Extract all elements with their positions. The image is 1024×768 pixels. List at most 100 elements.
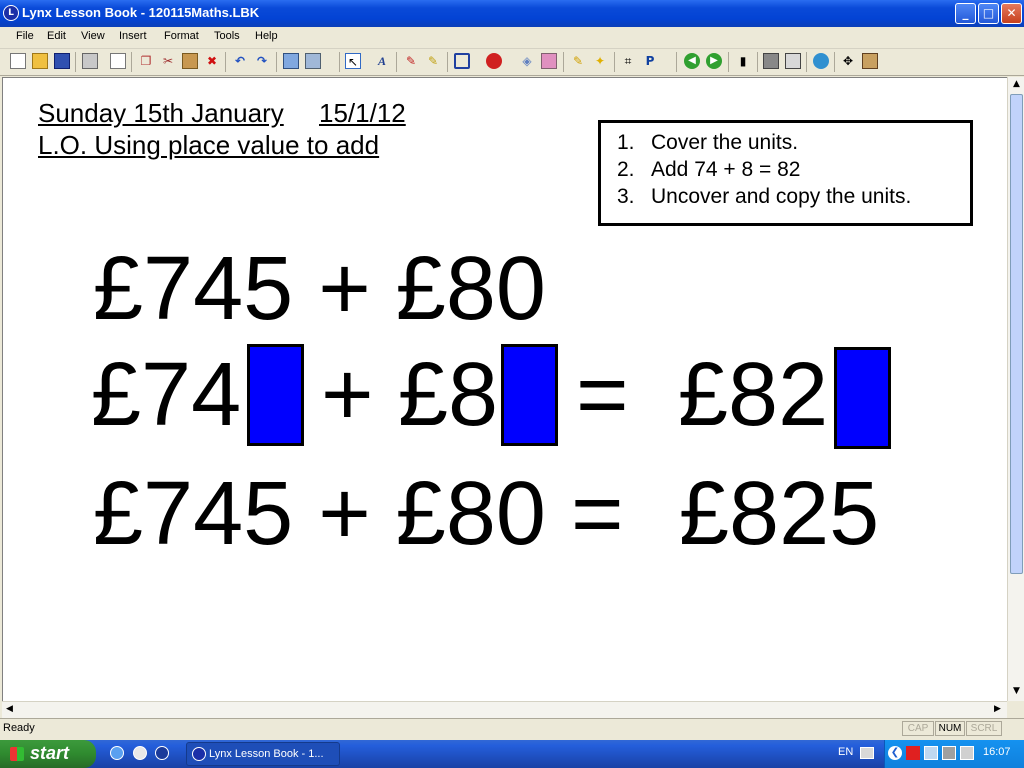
- fill-icon[interactable]: [486, 53, 502, 69]
- menu-view[interactable]: View: [81, 30, 105, 42]
- lynx-task-icon: [192, 747, 206, 761]
- highlighter-icon[interactable]: ✎: [570, 53, 586, 69]
- open-icon[interactable]: [32, 53, 48, 69]
- units-cover-1[interactable]: [247, 344, 304, 446]
- menu-help[interactable]: Help: [255, 30, 278, 42]
- toolbar-separator: [728, 52, 729, 72]
- maximize-button[interactable]: □: [978, 3, 999, 24]
- delete-icon[interactable]: ✖: [204, 53, 220, 69]
- language-indicator[interactable]: EN: [838, 746, 853, 758]
- quick-launch-icon[interactable]: [133, 746, 147, 760]
- sum-line-2-second: £8: [398, 345, 499, 445]
- toolbar-separator: [834, 52, 835, 72]
- horizontal-scrollbar[interactable]: ◀ ▶: [2, 701, 1007, 718]
- menu-bar: [0, 27, 1024, 49]
- scroll-up-icon[interactable]: ▲: [1010, 77, 1023, 92]
- reveal-icon[interactable]: ▮: [735, 53, 751, 69]
- pen-icon[interactable]: ✎: [403, 53, 419, 69]
- menu-edit[interactable]: Edit: [47, 30, 66, 42]
- menu-file[interactable]: File: [16, 30, 34, 42]
- clock[interactable]: 16:07: [983, 746, 1011, 758]
- sum-line-3-left: £745 + £80 =: [93, 464, 624, 564]
- toolbar-separator: [75, 52, 76, 72]
- toolbar-separator: [614, 52, 615, 72]
- text-icon[interactable]: A: [374, 53, 390, 69]
- instructions-box: 1. Cover the units. 2. Add 74 + 8 = 82 3…: [598, 120, 973, 226]
- image-options-icon[interactable]: [305, 53, 321, 69]
- keyboard-icon[interactable]: [763, 53, 779, 69]
- toolbar-separator: [676, 52, 677, 72]
- crop-icon[interactable]: ⌗: [620, 53, 636, 69]
- sum-line-1: £745 + £80: [93, 239, 546, 339]
- cut-icon[interactable]: ✂: [160, 53, 176, 69]
- start-button[interactable]: start: [0, 740, 96, 768]
- menu-tools[interactable]: Tools: [214, 30, 240, 42]
- scroll-right-icon[interactable]: ▶: [990, 702, 1005, 717]
- toolbar-separator: [447, 52, 448, 72]
- redo-icon[interactable]: ↷: [254, 53, 270, 69]
- shape-icon[interactable]: [454, 53, 470, 69]
- globe-icon[interactable]: [813, 53, 829, 69]
- pointer-icon[interactable]: ↖: [345, 53, 361, 69]
- toolbar-separator: [396, 52, 397, 72]
- menu-insert[interactable]: Insert: [119, 30, 147, 42]
- lynx-app-icon[interactable]: L: [3, 5, 19, 21]
- instruction-number: 1.: [617, 131, 635, 154]
- vertical-scroll-thumb[interactable]: [1010, 94, 1023, 574]
- print-icon[interactable]: [82, 53, 98, 69]
- date-heading: Sunday 15th January: [38, 98, 284, 128]
- display-tray-icon[interactable]: [942, 746, 956, 760]
- spotlight-icon[interactable]: ✦: [592, 53, 608, 69]
- instruction-text: Uncover and copy the units.: [651, 185, 912, 208]
- network-tray-icon[interactable]: [924, 746, 938, 760]
- taskbar-item-lynx[interactable]: Lynx Lesson Book - 1...: [186, 742, 340, 766]
- scroll-indicator: SCRL: [966, 721, 1002, 736]
- lesson-canvas[interactable]: Sunday 15th January 15/1/12 L.O. Using p…: [2, 77, 1007, 702]
- calculator-icon[interactable]: [785, 53, 801, 69]
- forward-icon[interactable]: ▶: [706, 53, 722, 69]
- sum-line-2-plus: +: [321, 345, 374, 445]
- instruction-number: 3.: [617, 185, 635, 208]
- close-button[interactable]: ✕: [1001, 3, 1022, 24]
- scroll-left-icon[interactable]: ◀: [2, 702, 17, 717]
- status-bar: [0, 718, 1024, 741]
- back-icon[interactable]: ◀: [684, 53, 700, 69]
- toolbar-separator: [806, 52, 807, 72]
- window-title: Lynx Lesson Book - 120115Maths.LBK: [22, 5, 260, 20]
- eraser-icon[interactable]: [541, 53, 557, 69]
- save-icon[interactable]: [54, 53, 70, 69]
- units-cover-3[interactable]: [834, 347, 891, 449]
- paint-icon[interactable]: ◈: [519, 53, 535, 69]
- internet-explorer-icon[interactable]: [110, 746, 124, 760]
- keyboard-tray-icon[interactable]: [860, 747, 874, 759]
- minimize-button[interactable]: _: [955, 3, 976, 24]
- insert-image-icon[interactable]: [283, 53, 299, 69]
- scroll-down-icon[interactable]: ▼: [1010, 684, 1023, 699]
- format-painter-icon[interactable]: P: [642, 53, 658, 69]
- vertical-scrollbar[interactable]: ▲ ▼: [1007, 77, 1024, 701]
- copy-icon[interactable]: ❐: [138, 53, 154, 69]
- media-player-icon[interactable]: [155, 746, 169, 760]
- marker-icon[interactable]: ✎: [425, 53, 441, 69]
- instruction-number: 2.: [617, 158, 635, 181]
- paste-icon[interactable]: [182, 53, 198, 69]
- volume-tray-icon[interactable]: [960, 746, 974, 760]
- sum-line-2-equals: =: [576, 345, 629, 445]
- new-page-icon[interactable]: [110, 53, 126, 69]
- move-icon[interactable]: ✥: [840, 53, 856, 69]
- sum-line-3-result: £825: [679, 464, 880, 564]
- toolbar-separator: [276, 52, 277, 72]
- instruction-text: Cover the units.: [651, 131, 799, 154]
- antivirus-tray-icon[interactable]: [906, 746, 920, 760]
- num-indicator: NUM: [935, 721, 965, 736]
- new-icon[interactable]: [10, 53, 26, 69]
- undo-icon[interactable]: ↶: [232, 53, 248, 69]
- start-label: start: [30, 743, 70, 763]
- sum-line-2-first: £74: [91, 345, 242, 445]
- date-short: 15/1/12: [319, 98, 406, 128]
- units-cover-2[interactable]: [501, 344, 558, 446]
- menu-format[interactable]: Format: [164, 30, 199, 42]
- toolbar-separator: [131, 52, 132, 72]
- tools-icon[interactable]: [862, 53, 878, 69]
- tray-expand-icon[interactable]: ❮: [888, 746, 902, 760]
